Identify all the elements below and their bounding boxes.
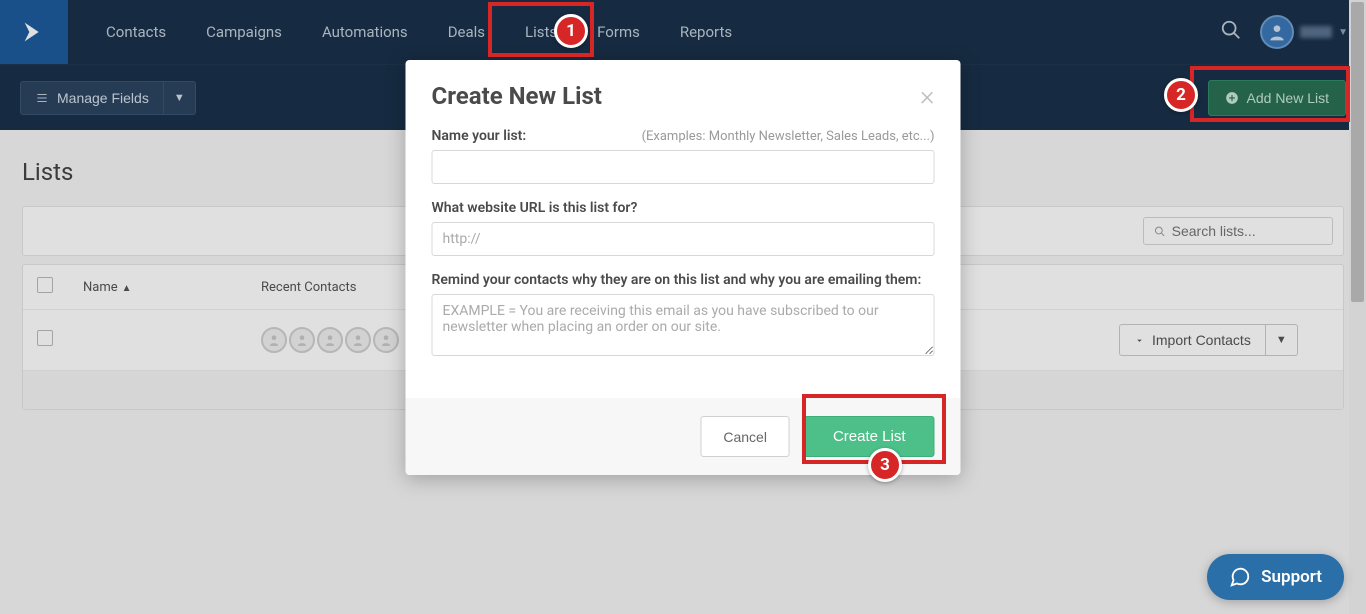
- remind-label: Remind your contacts why they are on thi…: [432, 272, 922, 288]
- chat-icon: [1229, 566, 1251, 588]
- list-name-input[interactable]: [432, 150, 935, 184]
- create-list-button[interactable]: Create List: [804, 416, 935, 457]
- modal-body: Name your list: (Examples: Monthly Newsl…: [406, 118, 961, 398]
- create-list-modal: Create New List × Name your list: (Examp…: [406, 60, 961, 475]
- list-url-input[interactable]: [432, 222, 935, 256]
- close-icon[interactable]: ×: [920, 82, 935, 110]
- annotation-badge-1: 1: [554, 14, 588, 48]
- name-hint: (Examples: Monthly Newsletter, Sales Lea…: [642, 129, 935, 144]
- cancel-button[interactable]: Cancel: [700, 416, 790, 457]
- annotation-badge-3: 3: [868, 448, 902, 482]
- modal-title: Create New List: [432, 82, 602, 110]
- url-label: What website URL is this list for?: [432, 200, 638, 216]
- modal-header: Create New List ×: [406, 60, 961, 118]
- support-chat-button[interactable]: Support: [1207, 554, 1344, 600]
- annotation-badge-2: 2: [1164, 78, 1198, 112]
- remind-textarea[interactable]: [432, 294, 935, 356]
- name-label: Name your list:: [432, 128, 527, 144]
- support-label: Support: [1261, 567, 1322, 587]
